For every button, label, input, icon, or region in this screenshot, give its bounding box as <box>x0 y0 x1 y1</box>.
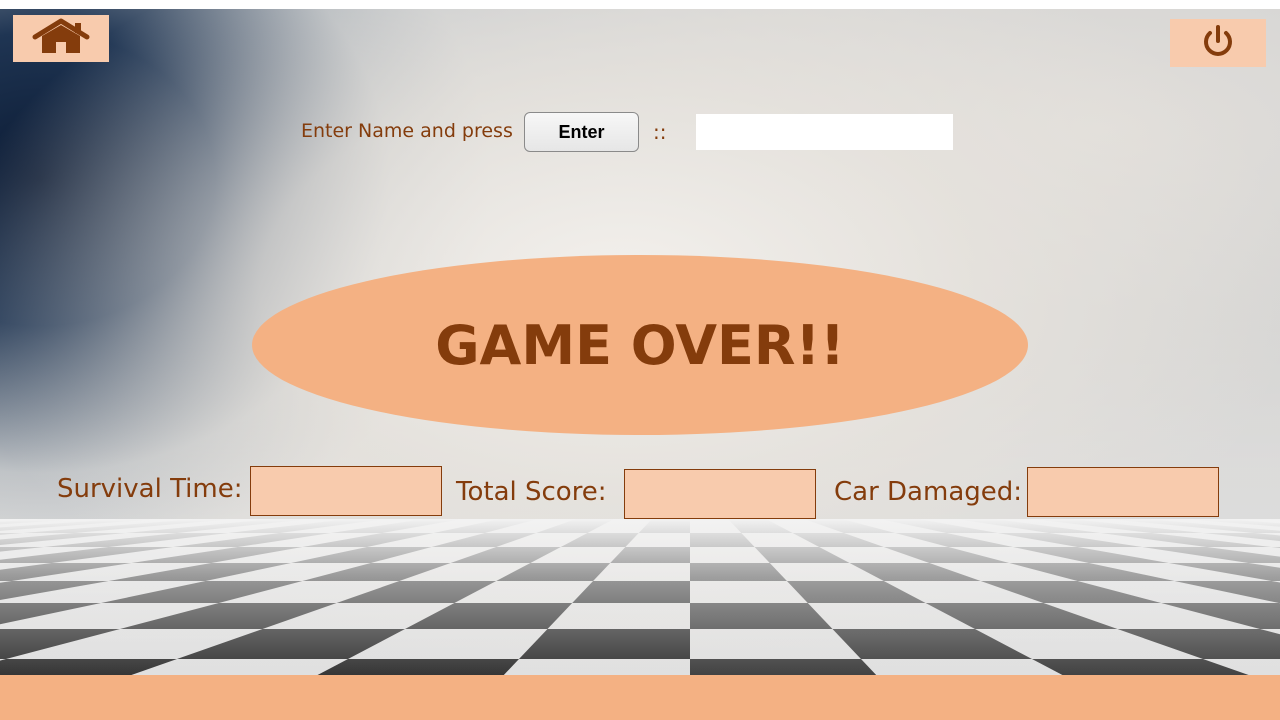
total-score-label: Total Score: <box>456 477 607 507</box>
survival-time-field <box>250 466 442 516</box>
game-over-banner: GAME OVER!! <box>252 255 1028 435</box>
home-button[interactable] <box>13 15 109 62</box>
home-icon <box>31 18 91 60</box>
bottom-bar <box>0 675 1280 720</box>
car-damaged-label: Car Damaged: <box>834 477 1023 507</box>
name-prompt-label: Enter Name and press <box>301 120 513 142</box>
enter-button[interactable]: Enter <box>524 112 639 152</box>
total-score-field <box>624 469 816 519</box>
car-damaged-field <box>1027 467 1219 517</box>
separator-label: :: <box>653 120 667 144</box>
name-input[interactable] <box>696 114 953 150</box>
power-icon <box>1198 24 1238 62</box>
checkered-floor <box>0 519 1280 675</box>
game-over-title: GAME OVER!! <box>435 313 845 377</box>
survival-time-label: Survival Time: <box>57 474 243 504</box>
power-button[interactable] <box>1170 19 1266 67</box>
